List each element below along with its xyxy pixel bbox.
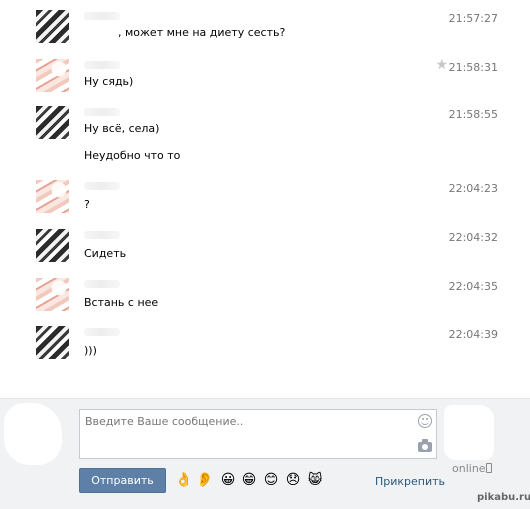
cat-smile-icon[interactable]: 😸 <box>307 472 323 488</box>
message-text: Ну сядь) <box>84 75 134 88</box>
message-row: Ну сядь) ★ 21:58:31 <box>0 55 530 101</box>
grin-icon[interactable]: 😀 <box>220 472 236 488</box>
avatar[interactable] <box>36 59 69 92</box>
redacted-name <box>84 182 120 190</box>
message-row: ? 22:04:23 <box>0 176 530 222</box>
message-time: 22:04:32 <box>448 231 498 244</box>
message-row: Ну всё, села) Неудобно что то 21:58:55 <box>0 102 530 170</box>
message-time: 22:04:23 <box>448 182 498 195</box>
message-text: Сидеть <box>84 247 127 260</box>
ok-hand-icon[interactable]: 👌 <box>175 472 192 488</box>
emoji-picker-icon[interactable] <box>418 414 432 428</box>
message-text: Неудобно что то <box>84 149 181 162</box>
message-composer: Введите Ваше сообщение.. Отправить 👌 👂 😀… <box>0 398 530 509</box>
avatar[interactable] <box>36 278 69 311</box>
smile-icon[interactable]: 😊 <box>263 472 279 488</box>
redacted-name <box>84 12 120 20</box>
attach-link[interactable]: Прикрепить <box>375 475 445 488</box>
mobile-phone-icon <box>486 463 492 473</box>
avatar[interactable] <box>36 326 69 359</box>
redacted-name <box>84 328 120 336</box>
message-time: 22:04:35 <box>448 280 498 293</box>
camera-icon[interactable] <box>418 439 432 452</box>
avatar[interactable] <box>36 180 69 213</box>
message-time: 21:58:55 <box>448 108 498 121</box>
message-text: ? <box>84 198 90 211</box>
message-time: 22:04:39 <box>448 328 498 341</box>
message-time: 21:57:27 <box>448 12 498 25</box>
message-input[interactable]: Введите Ваше сообщение.. <box>79 409 437 459</box>
message-row: , может мне на диету сесть? 21:57:27 <box>0 6 530 52</box>
message-history: , может мне на диету сесть? 21:57:27 Ну … <box>0 0 530 398</box>
message-text: Ну всё, села) <box>84 122 160 135</box>
big-grin-icon[interactable]: 😁 <box>241 472 257 488</box>
watermark: pikabu.ru <box>477 492 530 503</box>
message-input-placeholder: Введите Ваше сообщение.. <box>85 415 244 428</box>
message-row: Встань с нее 22:04:35 <box>0 274 530 320</box>
avatar[interactable] <box>36 229 69 262</box>
redacted-name <box>84 108 120 116</box>
message-row: ))) 22:04:39 <box>0 322 530 368</box>
message-text: ))) <box>84 344 97 357</box>
avatar[interactable] <box>36 106 69 139</box>
avatar[interactable] <box>36 10 69 43</box>
message-row: Сидеть 22:04:32 <box>0 225 530 271</box>
star-icon[interactable]: ★ <box>435 57 448 73</box>
redacted-name <box>84 61 120 69</box>
sad-icon[interactable]: 😞 <box>285 472 301 488</box>
redacted-name <box>84 231 120 239</box>
ear-icon[interactable]: 👂 <box>196 472 213 488</box>
redacted-peer-avatar <box>444 405 494 460</box>
message-text: , может мне на диету сесть? <box>118 26 286 39</box>
message-time: 21:58:31 <box>448 61 498 74</box>
redacted-name <box>84 280 120 288</box>
send-button[interactable]: Отправить <box>79 468 166 493</box>
redacted-own-avatar <box>4 403 62 465</box>
online-status: online <box>452 462 486 475</box>
message-text: Встань с нее <box>84 296 159 309</box>
